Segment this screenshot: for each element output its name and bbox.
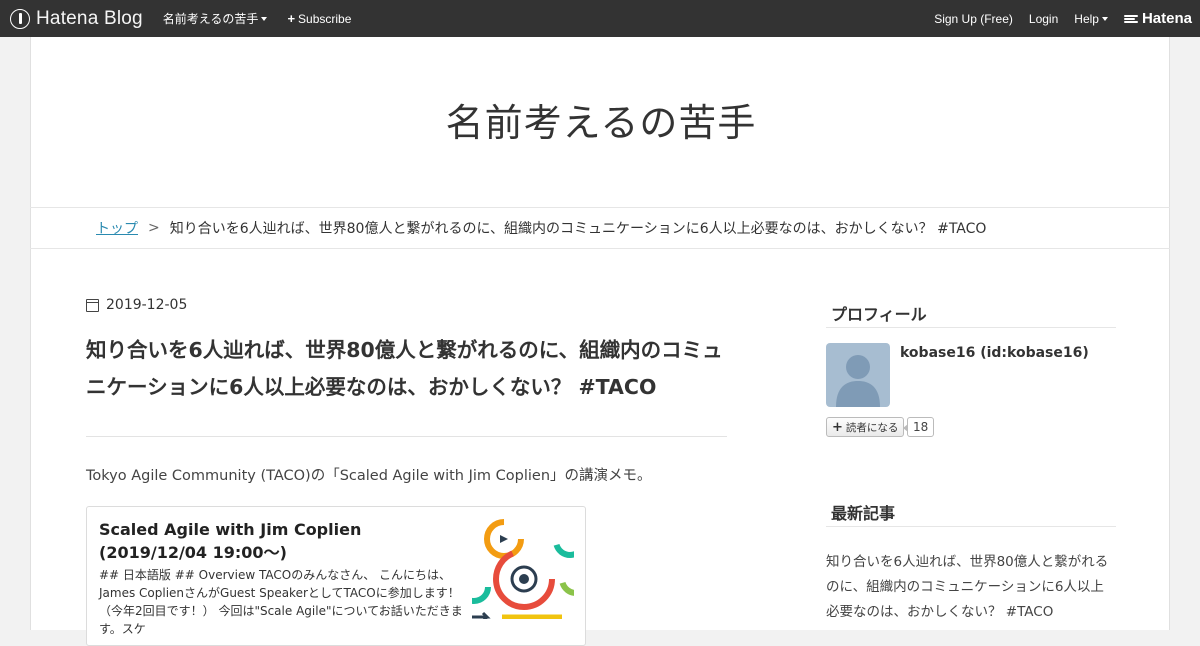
login-link[interactable]: Login: [1029, 12, 1058, 26]
help-label: Help: [1074, 11, 1099, 26]
avatar-silhouette-icon: [836, 355, 880, 407]
subscribe-reader-button[interactable]: + 読者になる: [826, 417, 905, 437]
reader-count-badge[interactable]: 18: [902, 417, 935, 437]
caret-down-icon: [261, 16, 268, 21]
global-header: Hatena Blog 名前考えるの苦手 + Subscribe Sign Up…: [0, 0, 1200, 37]
sidebar-recent-heading: 最新記事: [831, 504, 896, 523]
hatena-mark-icon: [1123, 14, 1138, 24]
sidebar-profile-heading: プロフィール: [831, 305, 927, 324]
plus-icon: +: [287, 11, 296, 26]
hatena-blog-logo-text: Hatena Blog: [36, 7, 143, 29]
link-card-thumbnail: [472, 519, 574, 619]
breadcrumb-current: 知り合いを6人辿れば、世界80億人と繋がれるのに、組織内のコミュニケーションに6…: [169, 221, 987, 237]
calendar-icon: [86, 298, 99, 312]
subscribe-label: Subscribe: [298, 11, 352, 26]
subscribe-button[interactable]: + Subscribe: [287, 11, 351, 26]
profile-avatar[interactable]: [826, 343, 890, 407]
blog-title[interactable]: 名前考えるの苦手: [31, 92, 1171, 147]
help-dropdown[interactable]: Help: [1074, 12, 1108, 26]
hatena-logo-icon: [10, 8, 30, 29]
global-header-right: Sign Up (Free) Login Help Hatena: [918, 10, 1200, 27]
hatena-blog-logo[interactable]: Hatena Blog: [10, 8, 143, 30]
link-card[interactable]: Scaled Agile with Jim Coplien (2019/12/0…: [86, 506, 586, 646]
hatena-link[interactable]: Hatena: [1123, 10, 1192, 27]
caret-down-icon: [1101, 16, 1108, 21]
plus-icon: +: [832, 419, 843, 435]
hatena-label: Hatena: [1141, 10, 1192, 27]
blog-container: 名前考えるの苦手 トップ > 知り合いを6人辿れば、世界80億人と繋がれるのに、…: [30, 37, 1171, 646]
article-date[interactable]: 2019-12-05: [86, 297, 187, 313]
link-card-description: ## 日本語版 ## Overview TACOのみんなさん、 こんにちは、 J…: [99, 568, 463, 636]
breadcrumb: トップ > 知り合いを6人辿れば、世界80億人と繋がれるのに、組織内のコミュニケ…: [30, 207, 1170, 249]
link-card-title[interactable]: Scaled Agile with Jim Coplien (2019/12/0…: [99, 518, 461, 564]
sidebar-divider: [826, 526, 1116, 527]
article-intro: Tokyo Agile Community (TACO)の「Scaled Agi…: [86, 468, 652, 484]
blog-menu-label: 名前考えるの苦手: [162, 12, 259, 26]
article-divider: [86, 436, 727, 437]
article-date-text: 2019-12-05: [106, 297, 188, 313]
blog-menu-dropdown[interactable]: 名前考えるの苦手: [163, 10, 268, 27]
recent-entry-link[interactable]: 知り合いを6人辿れば、世界80億人と繋がれるのに、組織内のコミュニケーションに6…: [826, 550, 1116, 625]
reader-button-label: 読者になる: [845, 421, 899, 434]
profile-name-link[interactable]: kobase16 (id:kobase16): [900, 345, 1089, 361]
article-title[interactable]: 知り合いを6人辿れば、世界80億人と繋がれるのに、組織内のコミュニケーションに6…: [86, 332, 736, 406]
sidebar-divider: [826, 327, 1116, 328]
breadcrumb-separator: >: [148, 220, 160, 236]
breadcrumb-top-link[interactable]: トップ: [96, 218, 138, 238]
signup-link[interactable]: Sign Up (Free): [934, 12, 1013, 26]
